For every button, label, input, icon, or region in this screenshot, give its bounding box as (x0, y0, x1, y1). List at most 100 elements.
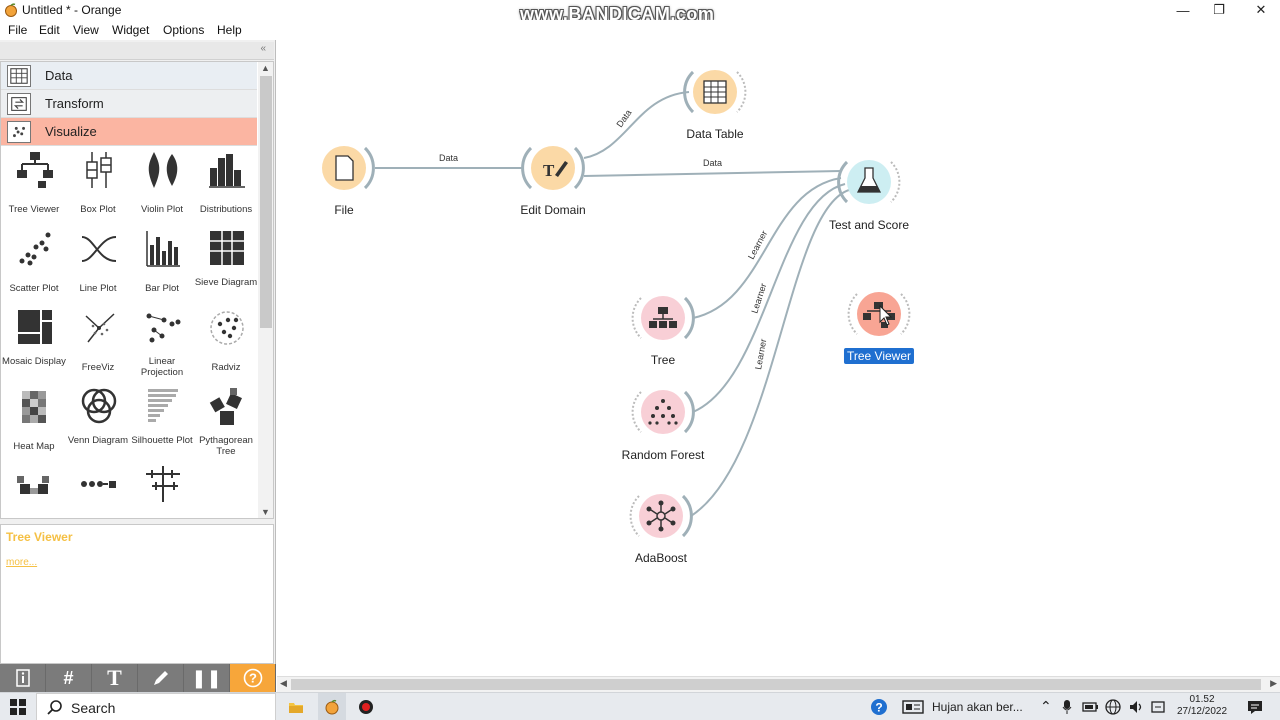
widget-line-plot[interactable]: Line Plot (66, 227, 130, 305)
widget-venn-diagram[interactable]: Venn Diagram (66, 385, 130, 463)
widget-pythagorean-forest[interactable] (2, 462, 66, 518)
widget-heat-map[interactable]: Heat Map (2, 385, 66, 463)
widget-toolbox: Data Transform Visualize Tree Viewer Box… (0, 61, 274, 519)
scroll-down-icon[interactable]: ▼ (261, 507, 270, 517)
widget-mosaic-display[interactable]: Mosaic Display (2, 306, 66, 384)
freeviz-icon (85, 313, 115, 343)
widget-box-plot[interactable]: Box Plot (66, 148, 130, 226)
microphone-icon[interactable] (1062, 699, 1072, 715)
close-button[interactable]: ✕ (1242, 0, 1280, 20)
link-edit-test[interactable] (583, 170, 842, 177)
widget-radviz[interactable]: Radviz (194, 306, 258, 384)
node-label-data-table: Data Table (686, 127, 744, 141)
minimize-button[interactable]: — (1164, 0, 1202, 20)
widget-sieve-diagram[interactable]: Sieve Diagram (194, 227, 258, 305)
collapse-arrows-icon[interactable]: « (260, 43, 266, 54)
restore-button[interactable]: ❐ (1200, 0, 1238, 20)
menu-help[interactable]: Help (217, 23, 242, 37)
volume-icon[interactable] (1128, 699, 1144, 715)
system-clock[interactable]: 01.52 27/12/2022 (1170, 694, 1234, 718)
file-explorer-icon[interactable] (288, 699, 304, 715)
widget-scatter-plot[interactable]: Scatter Plot (2, 227, 66, 305)
weather-news-icon[interactable] (902, 700, 924, 714)
grid-button[interactable]: # (46, 664, 92, 692)
widget-silhouette-plot[interactable]: Silhouette Plot (130, 385, 194, 463)
search-placeholder: Search (71, 700, 116, 716)
workflow-canvas[interactable]: Data Data Data Learner Learner Learner T (277, 40, 1280, 676)
scroll-right-icon[interactable]: ▶ (1270, 678, 1277, 689)
menu-view[interactable]: View (73, 23, 99, 37)
link-ada-test[interactable] (690, 189, 850, 517)
node-adaboost[interactable] (629, 494, 693, 538)
menu-options[interactable]: Options (163, 23, 204, 37)
widget-label: Heat Map (13, 441, 55, 452)
node-label-test-and-score: Test and Score (828, 218, 910, 232)
canvas-horizontal-scrollbar[interactable]: ◀ ▶ (277, 676, 1280, 692)
pause-button[interactable]: ❚❚ (184, 664, 230, 692)
widget-cn2-rule-viewer[interactable] (66, 462, 130, 518)
scroll-up-icon[interactable]: ▲ (261, 63, 270, 73)
node-test-and-score[interactable] (837, 160, 901, 204)
widget-label: Distributions (199, 204, 253, 215)
widget-dock: « Data Transform Visualize Tree Viewer B… (0, 40, 276, 692)
node-edit-domain[interactable]: T (521, 146, 585, 190)
node-data-table[interactable] (683, 70, 747, 114)
orange-app-icon (325, 699, 339, 715)
info-button[interactable] (0, 664, 46, 692)
widget-label: Sieve Diagram (194, 277, 258, 288)
node-label-tree-viewer[interactable]: Tree Viewer (843, 348, 915, 364)
widget-linear-projection[interactable]: Linear Projection (130, 306, 194, 384)
widget-nomogram[interactable] (130, 462, 194, 518)
node-tree[interactable] (631, 296, 695, 340)
linear-projection-icon (146, 313, 181, 343)
toolbox-scrollbar[interactable]: ▲ ▼ (258, 62, 273, 518)
node-random-forest[interactable] (631, 390, 695, 434)
menu-file[interactable]: File (8, 23, 27, 37)
language-icon[interactable] (1150, 699, 1166, 715)
description-more-link[interactable]: more... (6, 557, 37, 568)
widget-pythagorean-tree[interactable]: Pythagorean Tree (194, 385, 258, 463)
link-edit-table[interactable] (583, 91, 690, 159)
dock-collapse-bar[interactable]: « (0, 42, 274, 60)
text-annotation-button[interactable]: T (92, 664, 138, 692)
transform-category-icon (7, 93, 31, 115)
help-tray-icon[interactable]: ? (870, 698, 888, 716)
visualize-category-icon (7, 121, 31, 143)
pencil-icon (153, 671, 168, 685)
nomogram-icon (146, 466, 180, 502)
venn-diagram-icon (81, 388, 117, 424)
battery-icon[interactable] (1082, 700, 1100, 714)
widget-distributions[interactable]: Distributions (194, 148, 258, 226)
widget-label: Linear Projection (140, 356, 184, 378)
category-data-label: Data (45, 68, 73, 83)
widget-label: Violin Plot (140, 204, 184, 215)
menu-widget[interactable]: Widget (112, 23, 149, 37)
heat-map-icon (22, 391, 46, 423)
arrow-annotation-button[interactable] (138, 664, 184, 692)
chevron-up-icon[interactable]: ⌃ (1040, 698, 1052, 715)
scroll-left-icon[interactable]: ◀ (280, 678, 287, 689)
category-transform[interactable]: Transform (1, 90, 257, 118)
node-file[interactable] (322, 146, 375, 190)
widget-freeviz[interactable]: FreeViz (66, 306, 130, 384)
taskbar-orange-app[interactable] (318, 693, 346, 720)
category-visualize[interactable]: Visualize (1, 118, 257, 146)
toolbox-scroll-thumb[interactable] (260, 76, 272, 328)
link-label-edit-test: Data (703, 158, 722, 168)
line-plot-icon (81, 236, 117, 262)
bandicam-record-icon[interactable] (358, 699, 374, 715)
widget-tree-viewer[interactable]: Tree Viewer (2, 148, 66, 226)
notifications-icon[interactable] (1247, 699, 1263, 715)
start-button[interactable] (0, 693, 36, 720)
menu-edit[interactable]: Edit (39, 23, 60, 37)
weather-notification-text[interactable]: Hujan akan ber... (932, 700, 1023, 714)
network-globe-icon[interactable] (1105, 699, 1121, 715)
help-button[interactable]: ? (230, 664, 276, 692)
taskbar-search[interactable]: Search (36, 693, 276, 720)
canvas-scroll-thumb[interactable] (291, 679, 1261, 690)
widget-bar-plot[interactable]: Bar Plot (130, 227, 194, 305)
category-data[interactable]: Data (1, 62, 257, 90)
workflow-graph: Data Data Data Learner Learner Learner T (322, 70, 911, 538)
node-tree-viewer[interactable] (847, 292, 911, 336)
widget-violin-plot[interactable]: Violin Plot (130, 148, 194, 226)
